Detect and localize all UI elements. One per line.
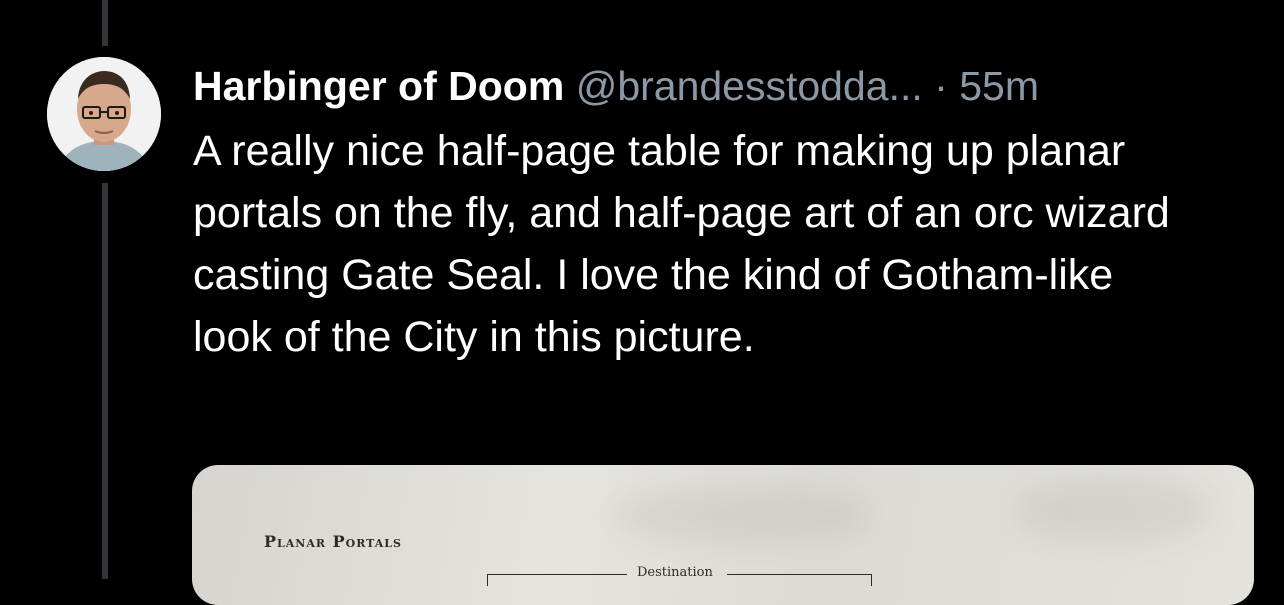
tweet-media-image[interactable]: Planar Portals Destination (192, 465, 1254, 605)
table-title: Planar Portals (264, 532, 402, 551)
user-handle[interactable]: @brandesstodda... (576, 63, 923, 109)
paper-texture (612, 485, 872, 545)
thread-connector-bottom (102, 183, 108, 579)
tweet-text: A really nice half-page table for making… (193, 127, 1170, 361)
tweet-header: Harbinger of Doom @brandesstodda... · 55… (193, 60, 1253, 112)
paper-texture (1012, 475, 1212, 545)
tweet-timestamp[interactable]: 55m (959, 63, 1039, 109)
avatar[interactable] (47, 57, 161, 171)
thread-connector-top (102, 0, 108, 46)
column-header-label: Destination (637, 565, 713, 580)
header-rule (487, 574, 627, 575)
header-rule-tick (871, 574, 872, 586)
tweet-content: Harbinger of Doom @brandesstodda... · 55… (193, 60, 1253, 368)
avatar-photo (47, 57, 161, 171)
table-column-header: Destination (487, 565, 872, 586)
header-rule-tick (487, 574, 488, 586)
meta-separator: · (934, 63, 948, 109)
display-name[interactable]: Harbinger of Doom (193, 63, 564, 109)
header-rule (727, 574, 872, 575)
